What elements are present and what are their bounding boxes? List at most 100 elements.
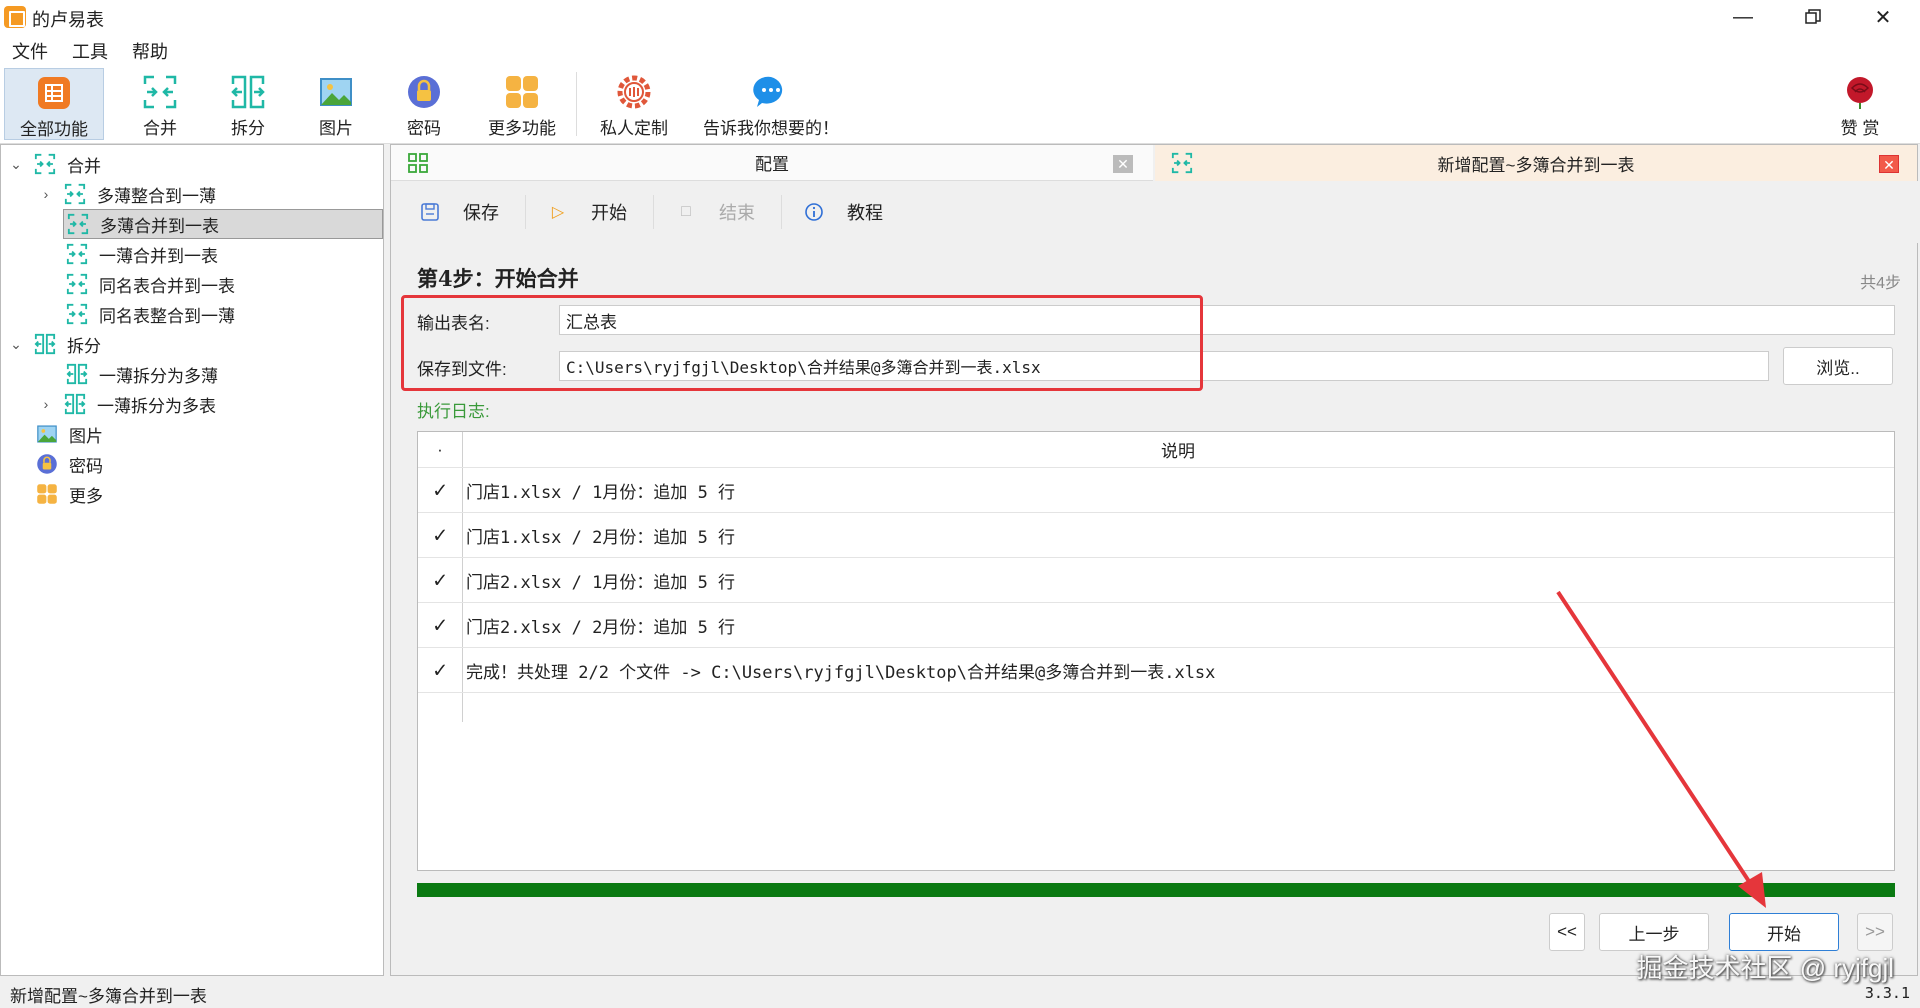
log-row-text: 门店2.xlsx / 1月份：追加 5 行: [466, 572, 736, 593]
grid-app-icon: [38, 77, 70, 109]
lock-icon: [37, 454, 57, 474]
tab-close-icon[interactable]: ✕: [1879, 155, 1899, 173]
log-row: ✓ 门店2.xlsx / 2月份：追加 5 行: [418, 603, 1894, 648]
first-step-button[interactable]: <<: [1549, 913, 1585, 951]
tree-node-more[interactable]: 更多: [35, 479, 103, 509]
last-step-button[interactable]: >>: [1857, 913, 1893, 951]
maximize-button[interactable]: [1778, 0, 1848, 34]
main-toolbar: 全部功能 合并 拆分 图片 密码 更多功能 私人定制 告诉我你想要的！ 赞 赏: [0, 64, 1920, 144]
action-separator: [653, 195, 654, 229]
menu-file[interactable]: 文件: [12, 38, 48, 64]
tab-config[interactable]: 配置 ✕: [391, 145, 1153, 181]
tree-node-split[interactable]: ⌄ 拆分: [7, 329, 101, 359]
title-bar: 的卢易表 — ✕: [0, 0, 1920, 34]
split-icon: [34, 333, 56, 355]
tree-node-label: 密码: [69, 456, 103, 476]
image-icon: [320, 78, 352, 106]
toolbar-split-label: 拆分: [231, 119, 265, 138]
tree-node-label: 同名表整合到一薄: [99, 306, 235, 326]
start-button[interactable]: 开始: [1729, 913, 1839, 951]
save-label: 保存: [463, 203, 499, 223]
save-button[interactable]: 保存: [419, 195, 499, 229]
tree-node-merge[interactable]: ⌄ 合并: [7, 149, 101, 179]
reward-button[interactable]: 赞 赏: [1810, 68, 1910, 140]
tree-node-merge-books-to-sheet[interactable]: 多薄合并到一表: [63, 209, 383, 239]
window-title: 的卢易表: [32, 10, 104, 30]
toolbar-feedback-button[interactable]: 告诉我你想要的！: [696, 68, 846, 140]
chevron-right-icon[interactable]: ›: [37, 186, 55, 202]
start-action-button[interactable]: ▷ 开始: [547, 195, 627, 229]
browse-button[interactable]: 浏览..: [1783, 347, 1893, 385]
tab-new-config[interactable]: 新增配置~多簿合并到一表 ✕: [1155, 145, 1917, 181]
info-icon: [803, 201, 825, 223]
toolbar-password-label: 密码: [407, 119, 441, 138]
chevron-down-icon[interactable]: ⌄: [7, 156, 25, 173]
merge-icon: [143, 75, 177, 109]
play-icon: ▷: [551, 204, 565, 221]
toolbar-merge-label: 合并: [143, 119, 177, 138]
menu-help[interactable]: 帮助: [132, 38, 168, 64]
toolbar-image-button[interactable]: 图片: [286, 68, 386, 140]
tree-node-merge-books-to-book[interactable]: › 多薄整合到一薄: [37, 179, 216, 209]
log-row: ✓ 门店1.xlsx / 2月份：追加 5 行: [418, 513, 1894, 558]
stop-button[interactable]: □ 结束: [675, 195, 755, 229]
menu-tools[interactable]: 工具: [72, 38, 108, 64]
reward-label: 赞 赏: [1840, 119, 1880, 138]
close-window-button[interactable]: ✕: [1848, 0, 1918, 34]
check-icon: ✓: [433, 657, 447, 683]
action-separator: [525, 195, 526, 229]
log-row: ✓ 完成！共处理 2/2 个文件 -> C:\Users\ryjfgjl\Des…: [418, 648, 1894, 693]
tree-node-split-book-to-sheets[interactable]: › 一薄拆分为多表: [37, 389, 216, 419]
log-row-text: 门店2.xlsx / 2月份：追加 5 行: [466, 617, 736, 638]
tutorial-button[interactable]: 教程: [803, 195, 883, 229]
image-icon: [37, 425, 57, 443]
minimize-button[interactable]: —: [1708, 0, 1778, 34]
tree-node-merge-same-name-book[interactable]: 同名表整合到一薄: [65, 299, 235, 329]
check-icon: ✓: [433, 612, 447, 638]
tree-node-label: 更多: [69, 486, 103, 506]
custom-gear-icon: [617, 75, 651, 109]
tree-node-split-book-to-books[interactable]: 一薄拆分为多薄: [65, 359, 218, 389]
check-icon: ✓: [433, 522, 447, 548]
status-text: 新增配置~多簿合并到一表: [10, 987, 207, 1006]
tab-close-icon[interactable]: ✕: [1113, 155, 1133, 173]
function-tree: ⌄ 合并 › 多薄整合到一薄 多薄合并到一表 一薄合并到一表 同名表合并到一表 …: [0, 144, 384, 976]
toolbar-feedback-label: 告诉我你想要的！: [703, 119, 839, 138]
tree-node-merge-book-to-sheet[interactable]: 一薄合并到一表: [65, 239, 218, 269]
merge-icon: [34, 153, 56, 175]
toolbar-password-button[interactable]: 密码: [374, 68, 474, 140]
log-row: ✓ 门店2.xlsx / 1月份：追加 5 行: [418, 558, 1894, 603]
log-header-row: · 说明: [418, 432, 1894, 468]
progress-fill: [417, 883, 1895, 897]
toolbar-separator: [576, 72, 577, 136]
toolbar-all-functions-button[interactable]: 全部功能: [4, 68, 104, 140]
action-separator: [781, 195, 782, 229]
previous-step-button[interactable]: 上一步: [1599, 913, 1709, 951]
toolbar-custom-button[interactable]: 私人定制: [584, 68, 684, 140]
log-table: · 说明 ✓ 门店1.xlsx / 1月份：追加 5 行 ✓ 门店1.xlsx …: [417, 431, 1895, 871]
toolbar-more-button[interactable]: 更多功能: [472, 68, 572, 140]
tree-node-image[interactable]: 图片: [35, 419, 103, 449]
toolbar-custom-label: 私人定制: [600, 119, 668, 138]
chat-bubble-icon: [753, 76, 783, 107]
toolbar-merge-button[interactable]: 合并: [110, 68, 210, 140]
tab-title: 新增配置~多簿合并到一表: [1437, 155, 1635, 175]
step-title: 第4步：开始合并: [417, 266, 579, 291]
chevron-right-icon[interactable]: ›: [37, 396, 55, 412]
stop-icon: □: [681, 203, 691, 220]
progress-bar: [417, 883, 1895, 897]
start-label: 开始: [591, 203, 627, 223]
tree-node-merge-same-name-sheet[interactable]: 同名表合并到一表: [65, 269, 235, 299]
tree-node-password[interactable]: 密码: [35, 449, 103, 479]
split-icon: [66, 363, 88, 385]
tree-node-label: 多薄整合到一薄: [97, 186, 216, 206]
toolbar-image-label: 图片: [319, 119, 353, 138]
app-logo-icon: [4, 6, 26, 28]
version-label: 3.3.1: [1864, 984, 1910, 1002]
log-row-text: 门店1.xlsx / 1月份：追加 5 行: [466, 482, 736, 503]
step-total: 共4步: [1860, 275, 1901, 292]
toolbar-split-button[interactable]: 拆分: [198, 68, 298, 140]
chevron-down-icon[interactable]: ⌄: [7, 336, 25, 353]
split-icon: [64, 393, 86, 415]
highlight-annotation-box: [401, 295, 1203, 391]
